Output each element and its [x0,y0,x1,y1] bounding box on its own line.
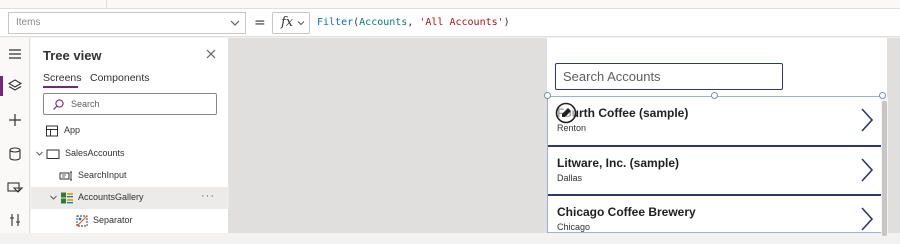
gallery-item[interactable]: Chicago Coffee Brewery Chicago [548,196,881,244]
gallery-icon [61,192,73,204]
gallery-item[interactable]: Fourth Coffee (sample) Renton [548,97,881,145]
app-screen[interactable]: Search Accounts Fourth Coffee (sample) R… [544,38,888,236]
layers-icon[interactable] [5,76,25,96]
screen-icon [46,149,60,159]
tree-node-searchinput[interactable]: SearchInput [31,165,229,187]
tree-node-separator[interactable]: Separator [31,210,229,232]
chevron-right-icon[interactable] [859,107,875,133]
text-input-icon [59,171,72,181]
formula-paren-close: ) [503,17,510,28]
hamburger-menu-icon[interactable] [5,44,25,64]
edit-item-icon[interactable] [555,102,577,124]
tree-node-label: SearchInput [78,170,127,180]
design-canvas: Search Accounts Fourth Coffee (sample) R… [229,38,900,236]
tree-view-panel: Tree view Screens Components Search App … [31,38,229,233]
tree-node-label: Separator [93,215,133,225]
tree-node-label: AccountsGallery [78,192,144,202]
resize-handle[interactable] [879,92,886,99]
scrollbar-thumb[interactable] [882,101,887,236]
chevron-down-icon [230,20,240,26]
account-city: Renton [557,123,587,133]
more-options-button[interactable]: ··· [201,190,215,202]
tab-components[interactable]: Components [90,72,150,84]
resize-handle[interactable] [544,92,551,99]
search-accounts-input[interactable]: Search Accounts [555,63,783,90]
top-strip [0,0,900,9]
account-city: Chicago [557,222,591,232]
plus-icon[interactable] [5,110,25,130]
formula-comma: , [407,17,420,28]
chevron-right-icon[interactable] [859,157,875,183]
formula-input[interactable]: Filter(Accounts, 'All Accounts') [317,17,510,28]
property-dropdown-value: Items [16,17,41,28]
tree-node-app[interactable]: App [31,120,229,142]
accounts-gallery[interactable]: Fourth Coffee (sample) Renton Litware, I… [547,96,888,236]
search-icon [53,99,64,110]
formula-function: Filter [317,17,354,28]
chevron-right-icon[interactable] [859,206,875,232]
tree-node-accountsgallery[interactable]: AccountsGallery ··· [31,187,229,209]
close-icon[interactable] [205,48,217,60]
panel-title: Tree view [43,48,102,63]
top-strip-divider [106,0,107,9]
resize-handle[interactable] [711,92,718,99]
equals-sign: = [254,15,266,31]
gallery-item[interactable]: Litware, Inc. (sample) Dallas [548,147,881,195]
account-name: Chicago Coffee Brewery [557,205,696,219]
tree-search-input[interactable]: Search [43,93,217,115]
media-icon[interactable] [5,178,25,198]
formula-arg-datasource: Accounts [359,17,408,28]
tools-icon[interactable] [5,210,25,230]
active-indicator [0,76,3,96]
search-accounts-placeholder: Search Accounts [563,69,661,84]
account-city: Dallas [557,173,583,183]
tree-node-salesaccounts[interactable]: SalesAccounts [31,143,229,165]
chevron-down-icon [297,21,305,26]
formula-bar: Items = fx Filter(Accounts, 'All Account… [0,9,900,37]
fx-icon: fx [281,15,294,30]
gallery-scrollbar[interactable] [881,97,888,236]
property-dropdown[interactable]: Items [8,12,246,34]
search-placeholder: Search [71,99,100,109]
tab-screens[interactable]: Screens [43,72,82,84]
account-name: Litware, Inc. (sample) [557,156,680,170]
separator-icon [76,215,88,227]
chevron-down-icon[interactable] [35,149,44,158]
app-icon [46,125,58,137]
left-rail [0,38,30,233]
database-icon[interactable] [5,144,25,164]
formula-arg-view: 'All Accounts' [419,17,504,28]
active-tab-underline [43,86,78,88]
fx-button[interactable]: fx [272,12,310,34]
tree-node-label: SalesAccounts [65,148,125,158]
tree-node-label: App [64,125,81,135]
chevron-down-icon[interactable] [49,193,58,202]
